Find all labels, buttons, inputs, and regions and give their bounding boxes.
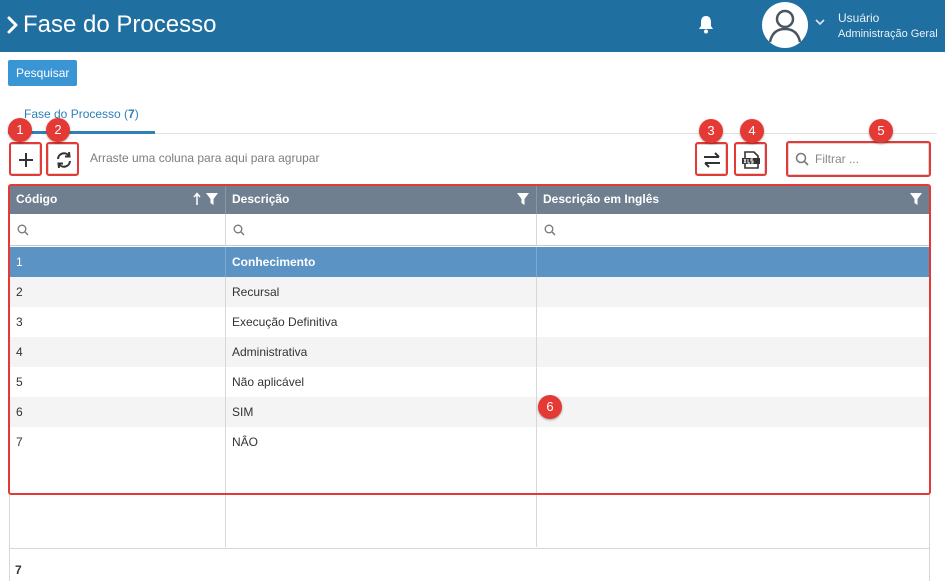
- tab-bar: Fase do Processo (7): [8, 100, 937, 134]
- highlight-grid: [8, 184, 931, 495]
- highlight-add: [9, 142, 42, 176]
- marker-4: 4: [740, 119, 764, 143]
- group-by-hint: Arraste uma coluna para aqui para agrupa…: [90, 151, 320, 165]
- tab-label-close: ): [134, 107, 139, 121]
- bell-icon[interactable]: [697, 14, 715, 34]
- highlight-xls: [734, 142, 767, 176]
- marker-3: 3: [699, 119, 723, 143]
- app-header: Fase do Processo Usuário Administração G…: [0, 0, 945, 52]
- grid-total-count: 7: [15, 563, 22, 577]
- chevron-right-icon[interactable]: [6, 14, 20, 36]
- user-avatar-icon: [768, 9, 802, 43]
- highlight-filter: [786, 141, 931, 177]
- marker-1: 1: [8, 118, 32, 142]
- highlight-swap: [695, 142, 728, 176]
- highlight-refresh: [46, 142, 79, 176]
- marker-6: 6: [538, 395, 562, 419]
- grid-footer-divider: [9, 548, 930, 549]
- user-name: Usuário: [838, 11, 880, 25]
- chevron-down-icon[interactable]: [815, 18, 825, 26]
- page-title: Fase do Processo: [23, 11, 217, 38]
- marker-5: 5: [869, 119, 893, 143]
- tab-label: Fase do Processo (: [24, 107, 129, 121]
- tab-count: 7: [128, 107, 135, 121]
- user-avatar[interactable]: [762, 2, 808, 48]
- user-role: Administração Geral: [838, 28, 938, 40]
- search-button[interactable]: Pesquisar: [8, 60, 78, 86]
- marker-2: 2: [46, 118, 70, 142]
